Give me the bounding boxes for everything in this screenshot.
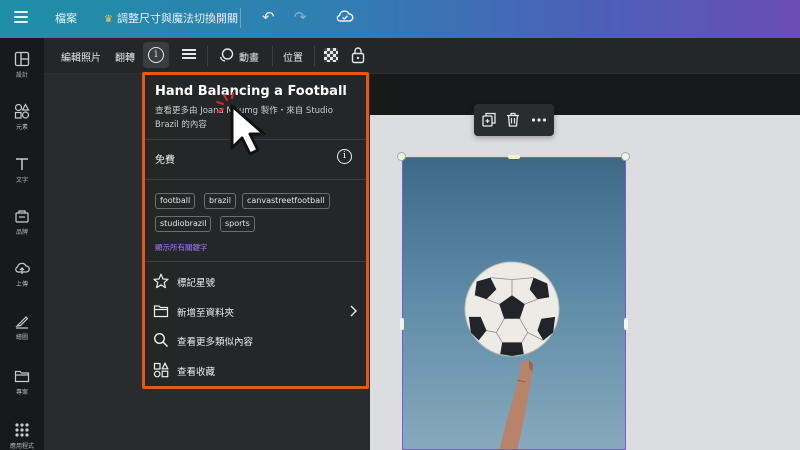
upload-icon bbox=[15, 262, 30, 274]
file-menu[interactable]: 檔案 bbox=[55, 10, 77, 26]
lock-icon[interactable] bbox=[351, 46, 365, 64]
sidebar-item-design[interactable]: 設計 bbox=[0, 51, 44, 79]
resize-handle[interactable] bbox=[400, 318, 404, 330]
animate-button[interactable]: 動畫 bbox=[239, 49, 259, 64]
selected-photo[interactable] bbox=[402, 157, 626, 450]
action-label: 查看更多類似內容 bbox=[177, 337, 254, 348]
sidebar-label: 繪圖 bbox=[15, 334, 28, 341]
sidebar-label: 元素 bbox=[15, 124, 28, 131]
divider bbox=[145, 179, 366, 180]
mouse-cursor-icon bbox=[216, 92, 266, 156]
sidebar-item-projects[interactable]: 專案 bbox=[0, 368, 44, 396]
search-icon bbox=[153, 332, 169, 348]
divider bbox=[207, 46, 208, 66]
folder-icon bbox=[14, 370, 30, 383]
chevron-right-icon bbox=[350, 305, 357, 317]
trash-icon[interactable] bbox=[506, 112, 520, 127]
draw-icon bbox=[15, 316, 29, 329]
see-similar-action[interactable]: 查看更多類似內容 bbox=[153, 330, 358, 352]
sidebar-label: 文字 bbox=[15, 177, 28, 184]
transparency-icon[interactable] bbox=[324, 48, 338, 62]
star-icon bbox=[153, 273, 169, 289]
flip-button[interactable]: 翻轉 bbox=[115, 49, 135, 64]
position-lines-icon[interactable] bbox=[182, 49, 196, 61]
text-icon bbox=[16, 158, 28, 170]
sidebar-item-upload[interactable]: 上傳 bbox=[0, 260, 44, 288]
info-button[interactable]: i bbox=[143, 42, 169, 68]
resize-label: 調整尺寸與魔法切換開關 bbox=[116, 12, 238, 25]
edit-photo-button[interactable]: 編輯照片 bbox=[61, 49, 101, 64]
crown-icon: ♛ bbox=[104, 14, 113, 25]
divider bbox=[314, 46, 315, 66]
resize-handle[interactable] bbox=[624, 318, 628, 330]
menu-icon[interactable] bbox=[14, 11, 28, 23]
redo-icon[interactable]: ↷ bbox=[294, 10, 307, 25]
divider bbox=[145, 261, 366, 262]
context-toolbar: 編輯照片 翻轉 i 動畫 位置 bbox=[44, 38, 800, 74]
resize-handle[interactable] bbox=[397, 152, 406, 161]
apps-icon bbox=[15, 423, 29, 437]
add-to-folder-action[interactable]: 新增至資料夾 bbox=[153, 301, 358, 323]
resize-handle[interactable] bbox=[508, 155, 520, 159]
shapes-icon bbox=[14, 103, 30, 119]
folder-icon bbox=[153, 305, 169, 318]
keyword-tag[interactable]: studiobrazil bbox=[155, 216, 212, 232]
divider bbox=[240, 8, 241, 28]
sidebar-item-brand[interactable]: 品牌 bbox=[0, 208, 44, 236]
layout-icon bbox=[14, 51, 30, 67]
more-icon[interactable] bbox=[531, 112, 547, 127]
info-icon: i bbox=[148, 47, 164, 63]
arm-image bbox=[499, 360, 533, 449]
sidebar-label: 應用程式 bbox=[9, 443, 34, 450]
sidebar-item-apps[interactable]: 應用程式 bbox=[0, 422, 44, 450]
license-label: 免費 bbox=[155, 155, 175, 166]
action-label: 新增至資料夾 bbox=[177, 308, 235, 319]
sidebar-item-draw[interactable]: 繪圖 bbox=[0, 313, 44, 341]
sidebar-label: 設計 bbox=[15, 72, 28, 79]
keyword-tag[interactable]: football bbox=[155, 193, 196, 209]
sidebar-item-elements[interactable]: 元素 bbox=[0, 103, 44, 131]
element-mini-toolbar bbox=[474, 104, 554, 136]
top-bar: 檔案 ♛ 調整尺寸與魔法切換開關 ↶ ↷ bbox=[0, 0, 800, 38]
action-label: 標記星號 bbox=[177, 278, 216, 289]
undo-icon[interactable]: ↶ bbox=[262, 10, 275, 25]
info-icon[interactable]: i bbox=[337, 149, 352, 164]
keyword-tag[interactable]: canvastreetfootball bbox=[242, 193, 330, 209]
divider bbox=[272, 46, 273, 66]
sidebar-label: 上傳 bbox=[15, 281, 28, 288]
cloud-icon[interactable] bbox=[336, 8, 354, 27]
keyword-tag[interactable]: sports bbox=[220, 216, 255, 232]
animate-icon[interactable] bbox=[218, 47, 234, 63]
left-sidebar: 設計 元素 文字 品牌 上傳 繪圖 專案 應用程式 bbox=[0, 38, 44, 450]
resize-button[interactable]: ♛ 調整尺寸與魔法切換開關 bbox=[104, 10, 238, 26]
show-all-keywords-link[interactable]: 顯示所有關鍵字 bbox=[155, 242, 208, 253]
star-action[interactable]: 標記星號 bbox=[153, 271, 358, 293]
sidebar-item-text[interactable]: 文字 bbox=[0, 156, 44, 184]
sidebar-label: 品牌 bbox=[15, 229, 28, 236]
keyword-tag[interactable]: brazil bbox=[204, 193, 236, 209]
action-label: 查看收藏 bbox=[177, 367, 216, 378]
collection-icon bbox=[153, 362, 169, 378]
position-button[interactable]: 位置 bbox=[283, 49, 303, 64]
football-image bbox=[464, 261, 560, 357]
resize-handle[interactable] bbox=[621, 152, 630, 161]
duplicate-icon[interactable] bbox=[482, 112, 496, 127]
view-collection-action[interactable]: 查看收藏 bbox=[153, 360, 358, 382]
brand-icon bbox=[15, 210, 29, 223]
sidebar-label: 專案 bbox=[15, 389, 28, 396]
